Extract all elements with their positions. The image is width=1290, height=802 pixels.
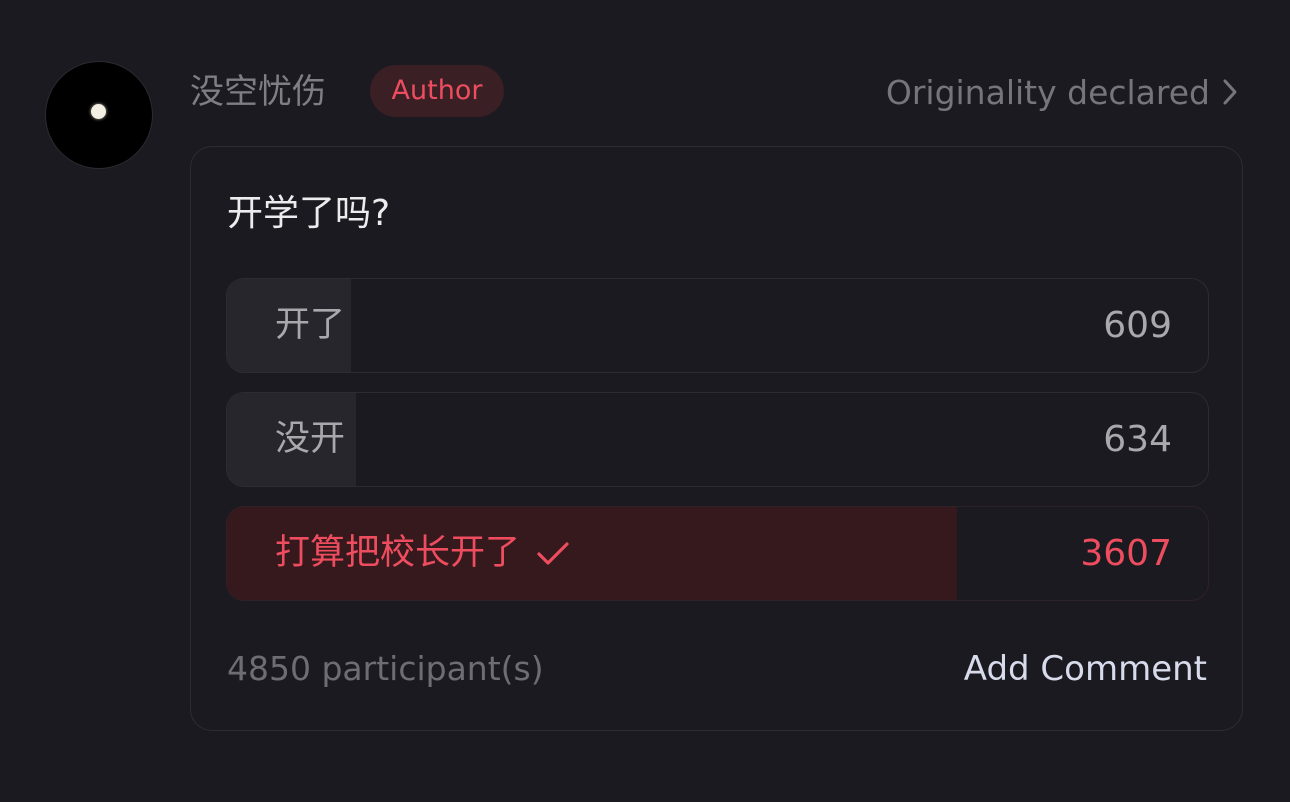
chevron-right-icon	[1222, 78, 1238, 106]
poll-option-count: 634	[1103, 419, 1172, 460]
originality-link[interactable]: Originality declared	[886, 66, 1238, 118]
username[interactable]: 没空忧伤	[190, 66, 326, 118]
poll-option[interactable]: 没开 634	[226, 392, 1209, 487]
poll-question: 开学了吗?	[227, 193, 391, 234]
poll-option-label: 打算把校长开了	[275, 507, 570, 600]
poll-card: 开学了吗? 开了 609 没开 634 打算把校长开了 3607 4850 pa…	[190, 146, 1243, 731]
avatar[interactable]	[46, 62, 152, 168]
poll-option-selected[interactable]: 打算把校长开了 3607	[226, 506, 1209, 601]
add-comment-button[interactable]: Add Comment	[964, 644, 1207, 694]
poll-option-label: 开了	[275, 305, 346, 345]
poll-option[interactable]: 开了 609	[226, 278, 1209, 373]
poll-option-count: 3607	[1080, 533, 1172, 574]
originality-label: Originality declared	[885, 72, 1210, 112]
poll-option-count: 609	[1103, 305, 1172, 346]
participant-count: 4850 participant(s)	[227, 649, 544, 688]
author-badge: Author	[370, 65, 504, 117]
check-icon	[536, 540, 570, 568]
moon-icon	[91, 104, 106, 119]
poll-option-label: 没开	[275, 419, 346, 459]
